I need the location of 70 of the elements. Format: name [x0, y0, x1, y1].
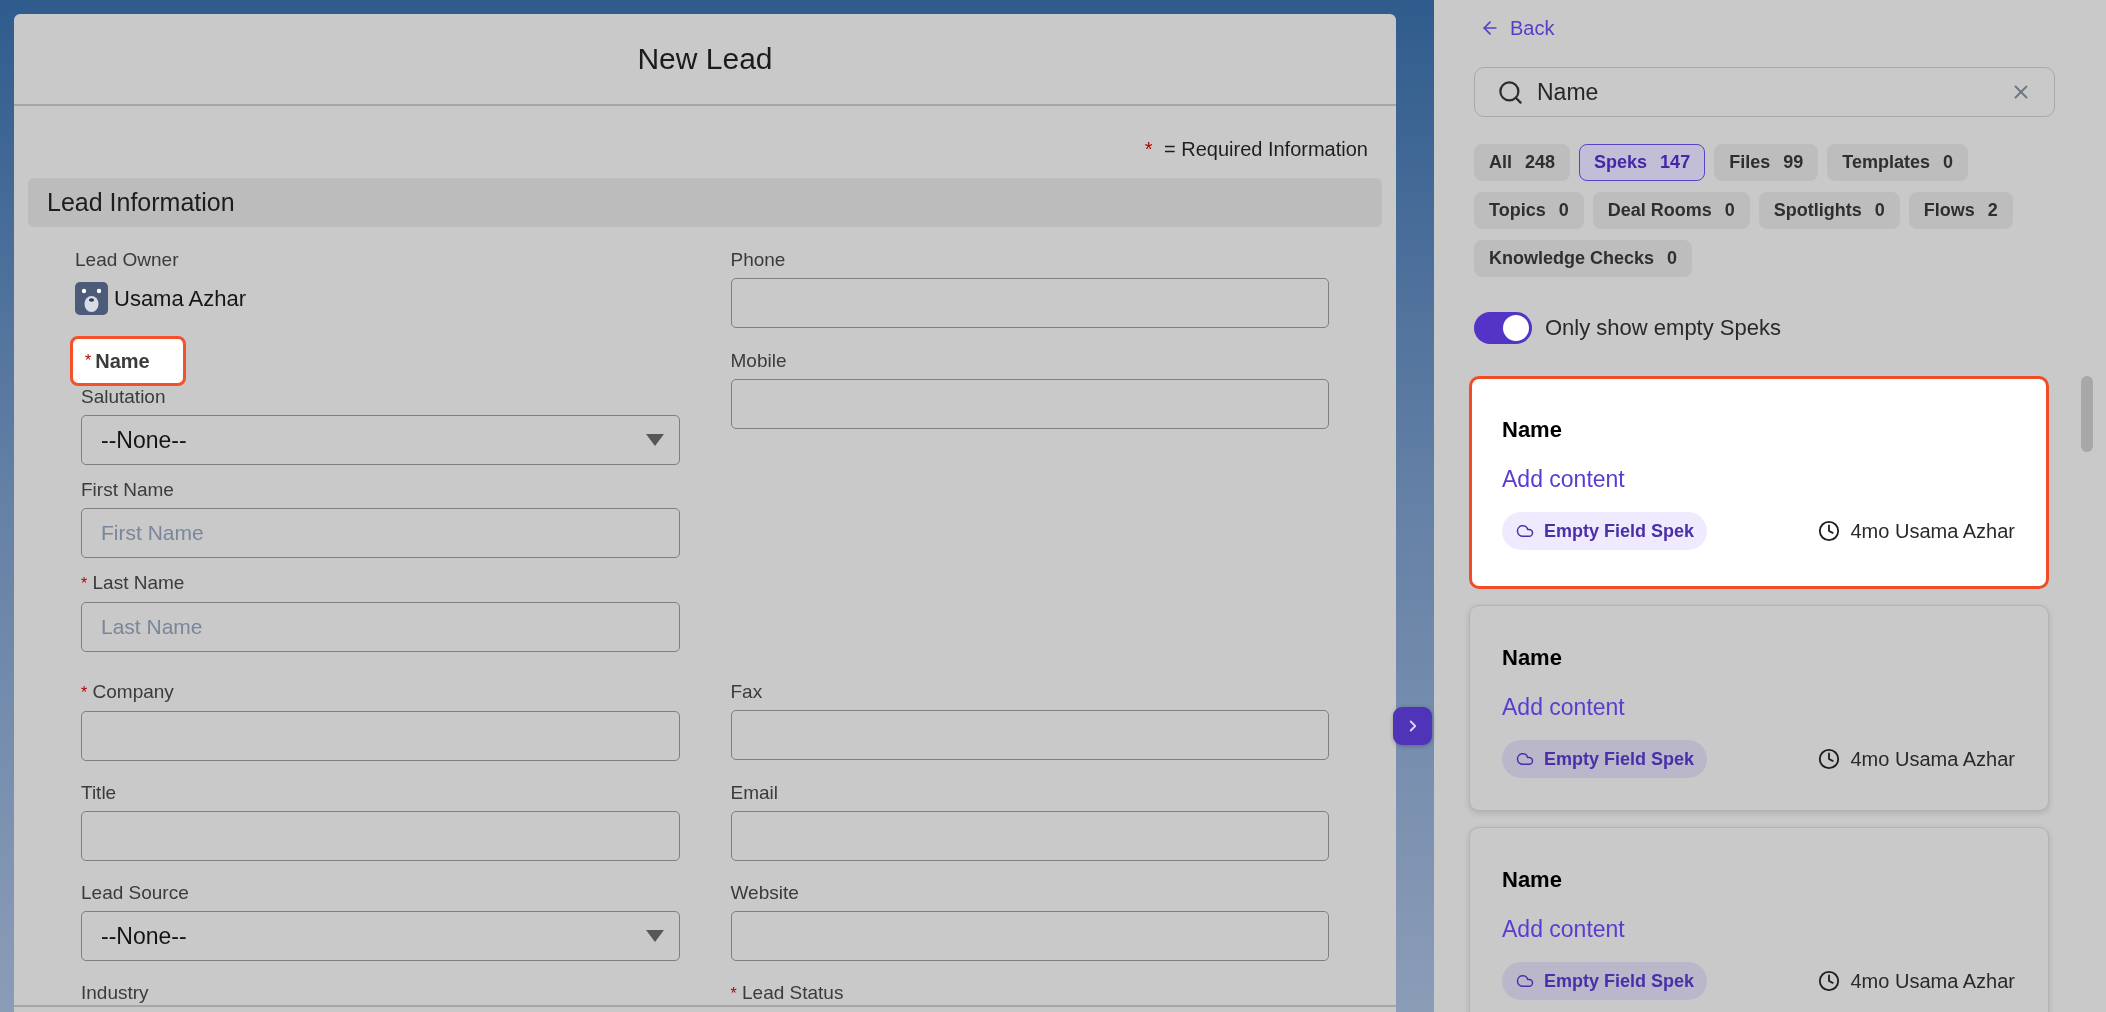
filter-chip[interactable]: All 248 [1474, 144, 1571, 181]
clock-icon [1818, 970, 1841, 992]
text-input[interactable] [730, 278, 1329, 328]
clock-icon [1818, 748, 1841, 770]
search-icon [1497, 78, 1524, 106]
owner-name: Usama Azhar [114, 284, 247, 313]
filter-chip[interactable]: Flows 2 [1908, 192, 2013, 229]
tag-text: Empty Field Spek [1544, 969, 1695, 993]
card-meta: 4mo Usama Azhar [1850, 519, 2015, 544]
spek-card[interactable]: Name Add content Empty Field Spek 4mo Usama Azhar [1469, 827, 2049, 1012]
field-label: * Lead Status [730, 981, 844, 1005]
search-field[interactable]: Name [1474, 67, 2055, 117]
toggle-label: Only show empty Speks [1545, 314, 1781, 342]
caret-down-icon [645, 930, 664, 942]
modal-title: New Lead [637, 41, 773, 77]
text-input[interactable] [730, 811, 1329, 861]
field-label: Title [81, 781, 117, 805]
text-input[interactable] [81, 811, 680, 861]
filter-chip[interactable]: Speks 147 [1579, 144, 1706, 181]
field-label: * Company [81, 680, 174, 704]
scrollbar-thumb[interactable] [2081, 376, 2093, 452]
cloud-icon [1516, 522, 1534, 540]
cloud-icon [1516, 750, 1534, 768]
field-label: Industry [81, 981, 149, 1005]
add-content-link[interactable]: Add content [1502, 915, 1625, 943]
bear-avatar-icon [75, 282, 108, 315]
required-note: * = Required Information [1144, 137, 1368, 162]
card-title: Name [1502, 866, 1562, 894]
tag-text: Empty Field Spek [1544, 519, 1695, 543]
text-input[interactable]: First Name [81, 508, 680, 558]
back-link[interactable]: Back [1480, 15, 1555, 41]
text-input[interactable] [730, 379, 1329, 429]
filter-chip[interactable]: Spotlights 0 [1758, 192, 1900, 229]
filter-chip[interactable]: Knowledge Checks 0 [1474, 240, 1693, 277]
spek-card[interactable]: Name Add content Empty Field Spek 4mo Usama Azhar [1469, 376, 2049, 589]
spek-card[interactable]: Name Add content Empty Field Spek 4mo Usama Azhar [1469, 605, 2049, 811]
text-input[interactable]: Last Name [81, 602, 680, 652]
filter-chip[interactable]: Topics 0 [1474, 192, 1584, 229]
field-label: First Name [81, 478, 174, 502]
add-content-link[interactable]: Add content [1502, 693, 1625, 721]
card-title: Name [1502, 644, 1562, 672]
select-field[interactable]: --None-- [81, 911, 680, 961]
card-title: Name [1502, 416, 1562, 444]
select-field[interactable]: --None-- [81, 415, 680, 465]
text-input[interactable] [730, 911, 1329, 961]
add-content-link[interactable]: Add content [1502, 465, 1625, 493]
field-label: Salutation [81, 385, 166, 409]
text-input[interactable] [730, 710, 1329, 760]
name-heading: * Name [70, 336, 186, 386]
card-meta: 4mo Usama Azhar [1850, 747, 2015, 772]
expand-button[interactable] [1393, 707, 1432, 745]
field-label: Lead Source [81, 881, 189, 905]
caret-down-icon [645, 434, 664, 446]
filter-chip[interactable]: Files 99 [1714, 144, 1819, 181]
tag-text: Empty Field Spek [1544, 747, 1695, 771]
clock-icon [1818, 520, 1841, 542]
field-label: Lead Owner [75, 248, 179, 272]
cloud-icon [1516, 972, 1534, 990]
section-header: Lead Information [28, 178, 1382, 227]
field-label: Email [730, 781, 778, 805]
card-meta: 4mo Usama Azhar [1850, 969, 2015, 994]
filter-chip[interactable]: Templates 0 [1827, 144, 1968, 181]
field-label: * Last Name [81, 571, 185, 595]
field-label: Phone [730, 248, 786, 272]
filter-chip[interactable]: Deal Rooms 0 [1592, 192, 1750, 229]
field-label: Fax [730, 680, 763, 704]
field-label: Mobile [730, 349, 787, 373]
toggle-switch[interactable] [1474, 311, 1532, 344]
text-input[interactable] [81, 711, 680, 761]
field-label: Website [730, 881, 799, 905]
